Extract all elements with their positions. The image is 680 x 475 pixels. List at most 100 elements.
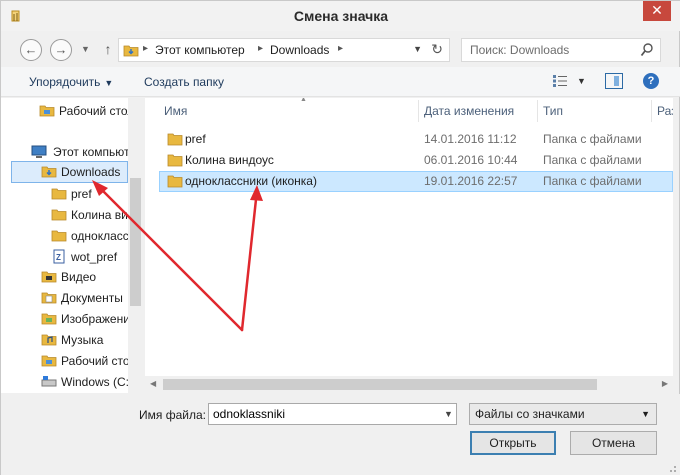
navigation-pane: Рабочий стол Этот компьютер Downloads pr… [1,98,144,393]
resize-grip-icon[interactable] [665,461,677,473]
tree-item-label: wot_pref [71,250,118,264]
file-type: Папка с файлами [543,132,642,146]
file-name: одноклассники (иконка) [185,174,317,188]
tree-item-pref[interactable]: pref [51,185,129,205]
file-date: 14.01.2016 11:12 [424,132,517,146]
file-type-select[interactable]: Файлы со значками ▼ [469,403,657,425]
folder-icon [167,175,183,188]
file-name-area: Имя файла: ▼ Файлы со значками ▼ Открыть… [1,394,680,475]
file-name: Колина виндоус [185,153,274,167]
tree-item-downloads[interactable]: Downloads [11,161,128,183]
file-row-kolina-windows[interactable]: Колина виндоус 06.01.2016 10:44 Папка с … [159,150,673,171]
open-button[interactable]: Открыть [470,431,556,455]
window-title: Смена значка [293,8,389,24]
scrollbar-thumb[interactable] [163,379,597,390]
tree-item-label: Изображения [61,312,137,326]
tree-item-label: Windows (C:) [61,375,134,389]
scroll-right-icon[interactable]: ▶ [662,379,668,388]
refresh-icon[interactable]: ↻ [431,41,443,58]
column-header-name[interactable]: Имя ▲ [158,98,418,124]
file-icon: Z [53,249,65,264]
file-name-dropdown-icon[interactable]: ▼ [444,409,453,419]
sort-ascending-icon: ▲ [300,98,307,103]
column-header-size[interactable]: Размер [651,98,673,124]
downloads-folder-icon [123,45,139,57]
tree-item-this-pc[interactable]: Этот компьютер [31,143,143,163]
folder-icon [51,230,67,242]
folder-icon [51,209,67,221]
file-type-select-value: Файлы со значками [475,407,585,421]
address-dropdown-icon[interactable]: ▼ [413,44,422,54]
tree-item-label: Видео [61,270,97,284]
navigation-bar: ← → ▼ ↑ ▸ Этот компьютер ▸ Downloads ▸ ▼… [1,31,680,67]
view-options-icon[interactable] [552,74,568,88]
file-row-pref[interactable]: pref 14.01.2016 11:12 Папка с файлами [159,129,673,150]
tree-item-label: Downloads [61,165,121,179]
breadcrumb-separator-icon: ▸ [143,43,149,54]
chevron-down-icon: ▼ [641,409,650,419]
organize-button[interactable]: Упорядочить ▼ [29,75,113,89]
scroll-left-icon[interactable]: ◀ [150,379,156,388]
icon-change-dialog: Смена значка ✕ ← → ▼ ↑ ▸ Этот компьютер … [0,0,680,475]
downloads-folder-icon [41,166,57,178]
view-dropdown-icon[interactable]: ▼ [577,76,586,86]
tree-item-kolina-windows[interactable]: Колина виндоус [51,206,144,226]
drive-icon [41,376,57,387]
pictures-folder-icon [41,313,57,325]
column-header-label: Дата изменения [424,104,515,118]
column-header-label: Имя [164,104,188,118]
tree-item-wot-pref[interactable]: Z wot_pref [51,248,129,268]
tree-item-windows-c[interactable]: Windows (C:) [41,373,133,393]
tree-item-pictures[interactable]: Изображения [41,310,136,330]
file-row-odnoklassniki[interactable]: одноклассники (иконка) 19.01.2016 22:57 … [159,171,673,192]
file-name: pref [185,132,206,146]
computer-icon [31,145,47,158]
title-bar: Смена значка ✕ [1,1,680,31]
file-type: Папка с файлами [543,153,642,167]
documents-folder-icon [41,292,57,304]
chevron-down-icon: ▼ [104,78,114,88]
organize-label: Упорядочить [29,75,101,89]
desktop-folder-icon [41,355,57,367]
help-icon[interactable]: ? [643,73,659,89]
folder-icon [167,133,183,146]
tree-item-video[interactable]: Видео [41,268,129,288]
file-list: Имя ▲ Дата изменения Тип Размер pref 14.… [145,98,673,393]
back-button[interactable]: ← [20,39,42,61]
search-icon[interactable] [640,42,654,58]
folder-icon [167,154,183,167]
breadcrumb-separator-icon: ▸ [338,43,344,54]
navigation-scrollbar[interactable] [128,98,144,393]
tree-item-desktop[interactable]: Рабочий стол [39,102,134,122]
tree-item-label: Рабочий стол [61,354,137,368]
breadcrumb-computer[interactable]: Этот компьютер [155,43,245,57]
tree-item-odnoklassniki[interactable]: одноклассники (иконка) [51,227,144,247]
recent-locations-chevron-icon[interactable]: ▼ [81,44,90,54]
folder-icon [51,188,67,200]
tree-item-label: Рабочий стол [59,104,135,118]
tree-item-documents[interactable]: Документы [41,289,129,309]
cancel-button[interactable]: Отмена [570,431,657,455]
column-header-label: Тип [543,104,564,118]
breadcrumb-downloads[interactable]: Downloads [270,43,329,57]
command-bar: Упорядочить ▼ Создать папку ▼ ? [1,67,680,97]
search-box[interactable]: Поиск: Downloads [461,38,661,62]
file-name-label: Имя файла: [139,408,206,422]
file-date: 19.01.2016 22:57 [424,174,518,188]
close-button[interactable]: ✕ [643,1,671,21]
horizontal-scrollbar[interactable]: ◀ ▶ [145,376,673,393]
search-input[interactable]: Поиск: Downloads [470,43,569,57]
up-button[interactable]: ↑ [97,39,119,61]
file-name-input[interactable] [208,403,457,425]
column-header-date[interactable]: Дата изменения [418,98,537,124]
scrollbar-thumb[interactable] [130,178,141,306]
preview-pane-icon[interactable] [605,73,623,89]
tree-item-desktop-2[interactable]: Рабочий стол [41,352,136,372]
tree-item-label: Музыка [61,333,104,347]
column-header-type[interactable]: Тип [537,98,651,124]
address-bar[interactable]: ▸ Этот компьютер ▸ Downloads ▸ ▼ ↻ [118,38,450,62]
breadcrumb-separator-icon: ▸ [258,43,264,54]
tree-item-music[interactable]: Музыка [41,331,129,351]
forward-button[interactable]: → [50,39,72,61]
new-folder-button[interactable]: Создать папку [144,75,224,89]
